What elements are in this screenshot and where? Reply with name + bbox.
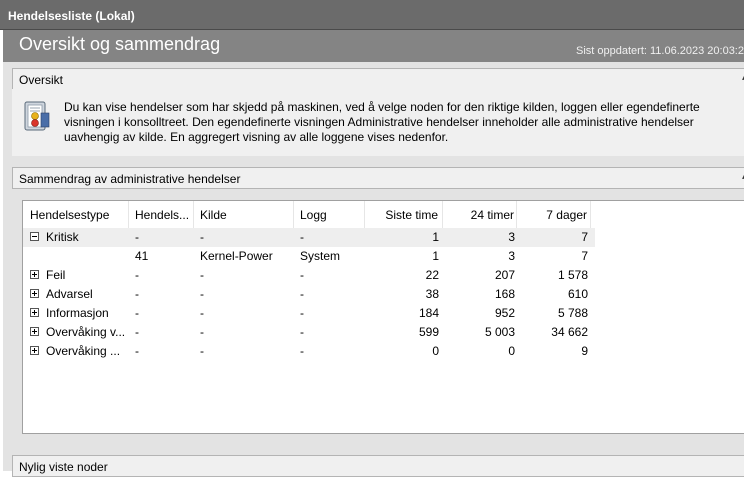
expand-icon[interactable] — [30, 289, 39, 298]
table-row[interactable]: Feil - - - 22 207 1 578 — [23, 266, 595, 285]
cell-7d: 7 — [581, 249, 588, 263]
table-row[interactable]: Overvåking v... - - -599 5 003 34 662 — [23, 323, 595, 342]
table-row[interactable]: Kritisk - - - 1 3 7 — [23, 228, 595, 247]
cell-event-id: - — [135, 344, 139, 358]
summary-section-header[interactable]: Sammendrag av administrative hendelser ▴ — [12, 167, 744, 189]
cell-log: - — [300, 230, 304, 244]
cell-last-hour: 184 — [418, 306, 439, 320]
cell-7d: 610 — [567, 287, 588, 301]
recent-nodes-section-label: Nylig viste noder — [19, 460, 108, 474]
cell-24h: 952 — [494, 306, 515, 320]
cell-event-type: Advarsel — [46, 287, 93, 301]
table-row[interactable]: Overvåking ... - - -0 0 9 — [23, 342, 595, 361]
cell-7d: 9 — [581, 344, 588, 358]
expand-icon[interactable] — [30, 308, 39, 317]
column-header-24h[interactable]: 24 timer — [443, 201, 517, 229]
cell-event-type: Informasjon — [46, 306, 109, 320]
cell-event-type: Overvåking ... — [46, 344, 121, 358]
event-log-icon — [24, 101, 50, 131]
page-title: Oversikt og sammendrag — [19, 34, 221, 54]
page-header: Oversikt og sammendrag Sist oppdatert: 1… — [0, 30, 744, 62]
summary-table: Hendelsestype Hendels... Kilde Logg Sist… — [22, 200, 744, 434]
column-header-log[interactable]: Logg — [294, 201, 365, 229]
last-updated-label: Sist oppdatert: 11.06.2023 20:03:2 — [576, 45, 744, 57]
cell-log: - — [300, 306, 304, 320]
cell-event-id: 41 — [135, 249, 149, 263]
table-row[interactable]: Informasjon - - - 184 952 5 788 — [23, 304, 595, 323]
summary-section-label: Sammendrag av administrative hendelser — [19, 172, 241, 186]
table-row[interactable]: Advarsel - - - 38 168 610 — [23, 285, 595, 304]
cell-source: - — [200, 306, 204, 320]
cell-source: - — [200, 325, 204, 339]
cell-event-id: - — [135, 230, 139, 244]
recent-nodes-section-header[interactable]: Nylig viste noder — [12, 455, 744, 477]
cell-last-hour: 599 — [418, 325, 439, 339]
cell-log: - — [300, 344, 304, 358]
overview-description: Du kan vise hendelser som har skjedd på … — [64, 100, 700, 144]
cell-24h: 168 — [494, 287, 515, 301]
cell-last-hour: 0 — [432, 344, 439, 358]
cell-24h: 3 — [508, 230, 515, 244]
cell-source: Kernel-Power — [200, 249, 273, 263]
cell-event-id: - — [135, 268, 139, 282]
overview-section-header[interactable]: Oversikt ▴ — [12, 68, 744, 90]
column-header-event-id[interactable]: Hendels... — [129, 201, 194, 229]
window-titlebar: Hendelsesliste (Lokal) — [0, 0, 744, 30]
column-header-event-type[interactable]: Hendelsestype — [23, 201, 129, 229]
cell-log: System — [300, 249, 341, 263]
cell-event-id: - — [135, 306, 139, 320]
overview-section-body: Du kan vise hendelser som har skjedd på … — [12, 89, 744, 156]
cell-event-id: - — [135, 325, 139, 339]
cell-event-type: Overvåking v... — [46, 325, 126, 339]
cell-source: - — [200, 268, 204, 282]
cell-event-type: Kritisk — [46, 230, 79, 244]
cell-last-hour: 1 — [432, 230, 439, 244]
cell-source: - — [200, 230, 204, 244]
column-header-last-hour[interactable]: Siste time — [365, 201, 443, 229]
cell-7d: 5 788 — [557, 306, 588, 320]
table-row[interactable]: 41 Kernel-Power System 1 3 7 — [23, 247, 595, 266]
cell-log: - — [300, 325, 304, 339]
cell-7d: 7 — [581, 230, 588, 244]
cell-24h: 0 — [508, 344, 515, 358]
cell-source: - — [200, 344, 204, 358]
expand-icon[interactable] — [30, 270, 39, 279]
column-header-source[interactable]: Kilde — [194, 201, 294, 229]
cell-24h: 3 — [508, 249, 515, 263]
expand-icon[interactable] — [30, 346, 39, 355]
cell-7d: 1 578 — [557, 268, 588, 282]
overview-section-label: Oversikt — [19, 73, 64, 87]
cell-source: - — [200, 287, 204, 301]
cell-last-hour: 1 — [432, 249, 439, 263]
cell-24h: 207 — [494, 268, 515, 282]
cell-event-id: - — [135, 287, 139, 301]
cell-last-hour: 38 — [425, 287, 439, 301]
expand-icon[interactable] — [30, 327, 39, 336]
cell-event-type: Feil — [46, 268, 66, 282]
cell-24h: 5 003 — [484, 325, 515, 339]
cell-event-type — [46, 247, 130, 266]
cell-log: - — [300, 287, 304, 301]
collapse-icon[interactable] — [30, 232, 39, 241]
cell-last-hour: 22 — [425, 268, 439, 282]
window-title: Hendelsesliste (Lokal) — [8, 9, 135, 23]
cell-log: - — [300, 268, 304, 282]
cell-7d: 34 662 — [551, 325, 588, 339]
column-header-7d[interactable]: 7 dager — [517, 201, 591, 229]
table-header-row: Hendelsestype Hendels... Kilde Logg Sist… — [23, 201, 595, 229]
